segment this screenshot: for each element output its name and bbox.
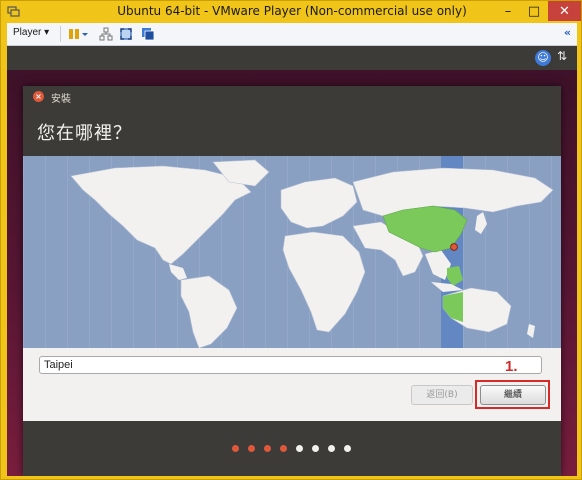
- pause-icon[interactable]: [67, 27, 81, 41]
- location-marker-icon: [450, 243, 458, 251]
- collapse-icon[interactable]: «: [564, 26, 571, 39]
- page-title: 您在哪裡？: [37, 123, 132, 144]
- progress-dot: [280, 445, 287, 452]
- progress-dot: [248, 445, 255, 452]
- network-icon[interactable]: ⇅: [557, 49, 567, 63]
- toolbar-separator: [60, 26, 61, 42]
- ubuntu-top-panel: ☺ ⇅: [7, 46, 577, 70]
- dropdown-icon[interactable]: [81, 27, 89, 41]
- progress-dot: [296, 445, 303, 452]
- close-icon[interactable]: ×: [33, 91, 44, 102]
- minimize-button[interactable]: –: [495, 1, 521, 21]
- installer-window: × 安裝 您在哪裡？ Taipei 返回(B) 繼續 1.: [23, 86, 561, 476]
- timezone-map[interactable]: [23, 156, 561, 348]
- location-panel: Taipei 返回(B) 繼續 1.: [23, 348, 561, 421]
- progress-dot: [328, 445, 335, 452]
- unity-icon[interactable]: [141, 27, 155, 41]
- vm-toolbar: Player ▾ «: [7, 23, 577, 46]
- progress-dot: [264, 445, 271, 452]
- location-input[interactable]: Taipei: [39, 356, 542, 374]
- player-menu[interactable]: Player ▾: [13, 27, 49, 38]
- installer-titlebar: × 安裝: [23, 86, 561, 108]
- progress-dot: [232, 445, 239, 452]
- close-button[interactable]: ✕: [548, 1, 581, 21]
- network-share-icon[interactable]: [99, 27, 113, 41]
- accessibility-icon[interactable]: ☺: [535, 50, 551, 66]
- ubuntu-desktop: ☺ ⇅ × 安裝 您在哪裡？ Taipei 返回(B) 繼續 1.: [7, 46, 577, 476]
- annotation-highlight-box: [475, 380, 550, 409]
- maximize-button[interactable]: □: [521, 1, 547, 21]
- installer-progress-dots: [232, 444, 352, 454]
- fullscreen-icon[interactable]: [119, 27, 133, 41]
- progress-dot: [312, 445, 319, 452]
- progress-dot: [344, 445, 351, 452]
- back-button[interactable]: 返回(B): [411, 385, 473, 405]
- vmware-window: Ubuntu 64-bit - VMware Player (Non-comme…: [0, 0, 582, 480]
- window-titlebar: Ubuntu 64-bit - VMware Player (Non-comme…: [1, 1, 582, 23]
- installer-title: 安裝: [51, 94, 71, 105]
- world-map-graphic: [23, 156, 561, 348]
- annotation-label: 1.: [505, 358, 518, 375]
